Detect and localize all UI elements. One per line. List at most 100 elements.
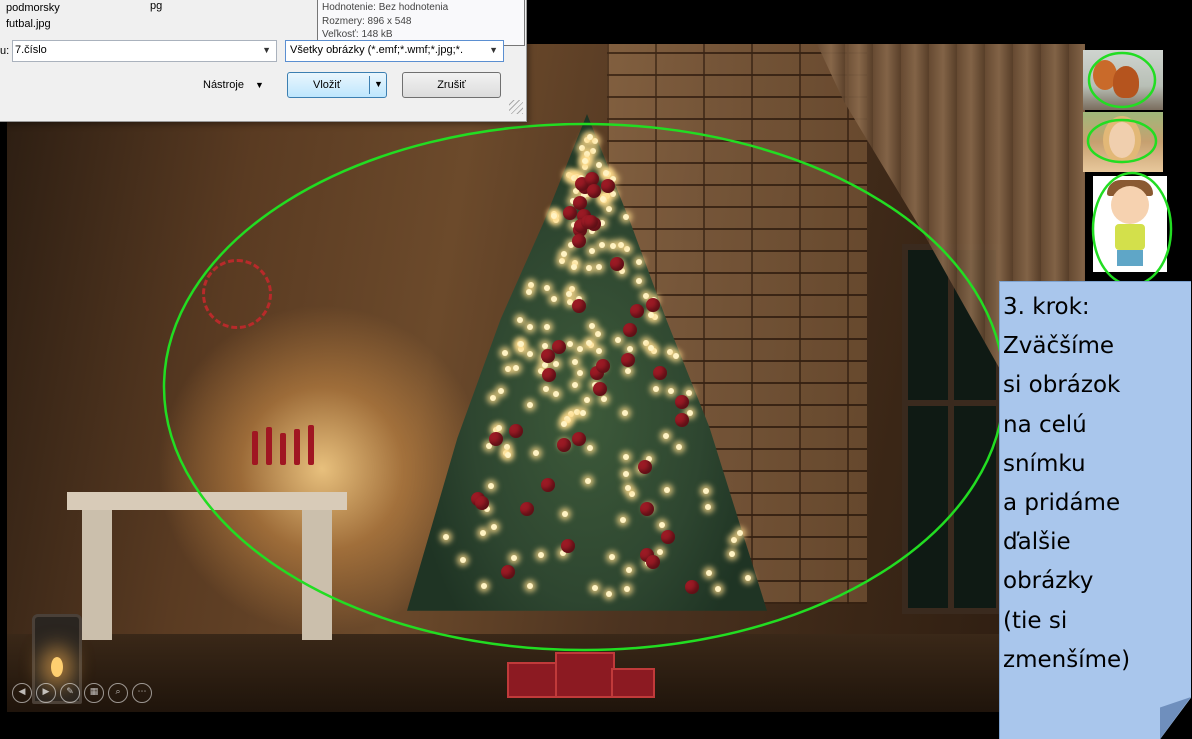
- partial-extension-text: pg: [150, 0, 163, 12]
- tree-light: [571, 382, 578, 389]
- tree-bauble: [488, 431, 503, 446]
- tree-bauble: [586, 183, 601, 198]
- tree-light: [589, 147, 596, 154]
- tree-bauble: [595, 359, 610, 374]
- chevron-down-icon[interactable]: ▼: [489, 45, 498, 55]
- step-callout-text: 3. krok: Zväčšíme si obrázok na celú sní…: [1003, 294, 1131, 673]
- tree-bauble: [571, 431, 586, 446]
- slide-christmas-picture[interactable]: [7, 44, 1085, 712]
- tree-bauble: [508, 423, 523, 438]
- tools-menu-button[interactable]: Nástroje ▼: [203, 79, 264, 91]
- tree-light: [704, 504, 711, 511]
- filename-input[interactable]: 7.číslo ▼: [12, 40, 277, 62]
- tree-light: [586, 134, 593, 141]
- cancel-button[interactable]: Zrušiť: [402, 72, 501, 98]
- tree-bauble: [674, 412, 689, 427]
- tree-bauble: [600, 178, 615, 193]
- gift-boxes: [507, 644, 657, 699]
- cartoon-boy-thumbnail[interactable]: [1093, 176, 1167, 272]
- tree-light: [599, 195, 606, 202]
- tree-light: [504, 366, 511, 373]
- list-item[interactable]: podmorsky: [6, 0, 60, 16]
- tree-light: [527, 323, 534, 330]
- list-item[interactable]: futbal.jpg: [6, 16, 60, 32]
- fireplace-mantel: [67, 492, 347, 642]
- tree-bauble: [500, 565, 515, 580]
- zoom-icon[interactable]: ⌕: [108, 683, 128, 703]
- tree-light: [591, 584, 598, 591]
- squirrel-thumbnail[interactable]: [1083, 50, 1163, 110]
- tree-bauble: [583, 215, 598, 230]
- tree-light: [628, 490, 635, 497]
- tree-light: [622, 214, 629, 221]
- insert-label: Vložiť: [313, 79, 341, 91]
- tree-light: [663, 432, 670, 439]
- tree-light: [459, 557, 466, 564]
- tools-label: Nástroje: [203, 79, 244, 91]
- filetype-select[interactable]: Všetky obrázky (*.emf;*.wmf;*.jpg;*. ▼: [285, 40, 504, 62]
- insert-button[interactable]: Vložiť ▼: [287, 72, 387, 98]
- tree-light: [576, 370, 583, 377]
- tree-light: [571, 358, 578, 365]
- tree-bauble: [639, 501, 654, 516]
- tree-light: [527, 401, 534, 408]
- tree-light: [566, 340, 573, 347]
- tree-light: [668, 387, 675, 394]
- tree-light: [583, 150, 590, 157]
- girl-thumbnail[interactable]: [1083, 112, 1163, 172]
- tree-light: [605, 206, 612, 213]
- tree-light: [552, 360, 559, 367]
- tree-light: [537, 551, 544, 558]
- tree-bauble: [519, 502, 534, 517]
- tree-light: [600, 395, 607, 402]
- pen-icon[interactable]: ✎: [60, 683, 80, 703]
- christmas-tree: [407, 114, 767, 674]
- tree-bauble: [645, 297, 660, 312]
- tree-light: [736, 529, 743, 536]
- slides-icon[interactable]: ▦: [84, 683, 104, 703]
- tooltip-rating: Hodnotenie: Bez hodnotenia: [322, 2, 449, 13]
- tree-bauble: [622, 322, 637, 337]
- tree-light: [489, 394, 496, 401]
- tree-bauble: [572, 233, 587, 248]
- tree-light: [561, 250, 568, 257]
- tree-light: [635, 277, 642, 284]
- tree-light: [550, 212, 557, 219]
- split-divider: [369, 76, 370, 94]
- tree-light: [685, 390, 692, 397]
- tree-bauble: [621, 352, 636, 367]
- filename-label: u:: [0, 45, 10, 57]
- chevron-down-icon[interactable]: ▼: [374, 79, 383, 89]
- tree-light: [624, 367, 631, 374]
- chevron-down-icon[interactable]: ▼: [262, 45, 271, 55]
- chevron-down-icon: ▼: [255, 80, 264, 90]
- tree-light: [582, 157, 589, 164]
- tree-light: [565, 290, 572, 297]
- previous-icon[interactable]: ◀: [12, 683, 32, 703]
- more-icon[interactable]: ⋯: [132, 683, 152, 703]
- file-list: podmorsky futbal.jpg: [6, 0, 60, 32]
- tree-bauble: [561, 538, 576, 553]
- tree-light: [591, 137, 598, 144]
- tree-light: [503, 443, 510, 450]
- tree-bauble: [593, 381, 608, 396]
- tree-light: [657, 548, 664, 555]
- tree-light: [744, 575, 751, 582]
- tree-light: [706, 569, 713, 576]
- next-icon[interactable]: ▶: [36, 683, 56, 703]
- slideshow-controls: ◀ ▶ ✎ ▦ ⌕ ⋯: [12, 683, 152, 703]
- tree-bauble: [637, 459, 652, 474]
- tree-light: [512, 364, 519, 371]
- tree-light: [581, 164, 588, 171]
- tree-light: [497, 387, 504, 394]
- insert-picture-dialog: podmorsky futbal.jpg pg Hodnotenie: Bez …: [0, 0, 527, 122]
- tree-light: [552, 391, 559, 398]
- tree-light: [586, 445, 593, 452]
- tree-light: [626, 566, 633, 573]
- filetype-value: Všetky obrázky (*.emf;*.wmf;*.jpg;*.: [290, 44, 463, 56]
- resize-grip-icon[interactable]: [509, 100, 523, 114]
- tree-light: [561, 511, 568, 518]
- filename-value: 7.číslo: [15, 44, 47, 56]
- tree-bauble: [474, 495, 489, 510]
- wall-clock: [202, 259, 272, 329]
